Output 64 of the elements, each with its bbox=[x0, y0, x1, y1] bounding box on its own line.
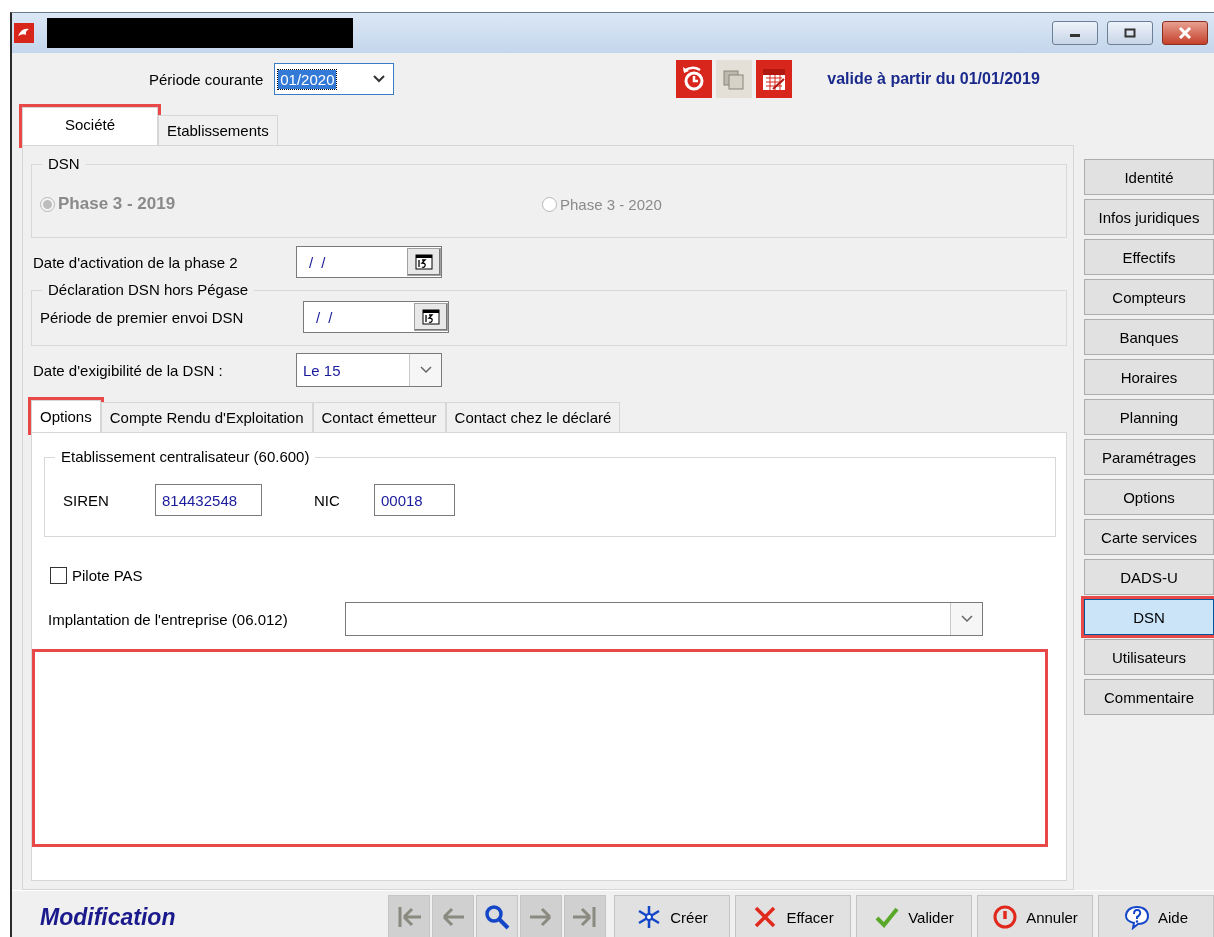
stop-icon bbox=[992, 904, 1019, 930]
side-button[interactable]: Infos juridiques bbox=[1084, 199, 1214, 235]
action-button[interactable]: Créer bbox=[614, 895, 730, 937]
close-button[interactable] bbox=[1162, 21, 1208, 45]
validity-text: valide à partir du 01/01/2019 bbox=[827, 70, 1040, 88]
nic-field[interactable]: 00018 bbox=[374, 484, 455, 516]
side-button[interactable]: Planning bbox=[1084, 399, 1214, 435]
history-button[interactable] bbox=[676, 60, 713, 98]
field-label: Période de premier envoi DSN bbox=[40, 308, 245, 326]
side-button[interactable]: Paramétrages bbox=[1084, 439, 1214, 475]
maximize-icon bbox=[1124, 28, 1136, 38]
help-icon bbox=[1124, 904, 1150, 930]
checkbox-label: Pilote PAS bbox=[72, 567, 143, 584]
tab[interactable]: Société bbox=[22, 107, 158, 145]
location-select[interactable] bbox=[345, 602, 983, 636]
tab[interactable]: Contact chez le déclaré bbox=[445, 402, 621, 432]
date-field[interactable]: / / bbox=[303, 301, 449, 333]
side-button[interactable]: Options bbox=[1084, 479, 1214, 515]
calendar-button[interactable] bbox=[407, 248, 441, 276]
tab[interactable]: Contact émetteur bbox=[312, 402, 446, 432]
chevron-down-icon bbox=[419, 366, 432, 374]
tab[interactable]: Etablissements bbox=[158, 115, 278, 145]
action-button[interactable]: Valider bbox=[856, 895, 972, 937]
maximize-button[interactable] bbox=[1107, 21, 1153, 45]
checkbox[interactable] bbox=[50, 567, 67, 584]
side-button[interactable]: Compteurs bbox=[1084, 279, 1214, 315]
action-button[interactable]: Aide bbox=[1098, 895, 1214, 937]
side-button[interactable]: DSN bbox=[1084, 599, 1214, 635]
group-title: Etablissement centralisateur (60.600) bbox=[55, 448, 316, 466]
side-button[interactable]: Horaires bbox=[1084, 359, 1214, 395]
side-button[interactable]: Banques bbox=[1084, 319, 1214, 355]
period-select[interactable]: 01/2020 bbox=[274, 63, 395, 95]
action-button[interactable]: Effacer bbox=[735, 895, 851, 937]
siren-field[interactable]: 814432548 bbox=[155, 484, 262, 516]
side-button[interactable]: Commentaire bbox=[1084, 679, 1214, 715]
minimize-button[interactable] bbox=[1052, 21, 1098, 45]
field-label: Date d'exigibilité de la DSN : bbox=[33, 361, 224, 379]
side-button[interactable]: Utilisateurs bbox=[1084, 639, 1214, 675]
calendar-icon bbox=[422, 309, 440, 325]
period-label: Période courante bbox=[149, 70, 264, 88]
status-text: Modification bbox=[40, 903, 177, 931]
app-icon bbox=[14, 23, 34, 43]
due-date-select[interactable]: Le 15 bbox=[296, 353, 442, 387]
field-label: Date d'activation de la phase 2 bbox=[33, 253, 239, 271]
side-button[interactable]: Carte services bbox=[1084, 519, 1214, 555]
field-label: NIC bbox=[314, 491, 341, 509]
nav-button[interactable] bbox=[476, 895, 518, 937]
calendar-icon bbox=[415, 254, 433, 270]
field-label: Implantation de l'entreprise (06.012) bbox=[48, 610, 289, 628]
chevron-down-icon bbox=[960, 615, 973, 623]
search-icon bbox=[483, 903, 511, 931]
side-button[interactable]: Effectifs bbox=[1084, 239, 1214, 275]
side-button[interactable]: Identité bbox=[1084, 159, 1214, 195]
field-label: SIREN bbox=[63, 491, 110, 509]
action-button[interactable]: Annuler bbox=[977, 895, 1093, 937]
group-title: Déclaration DSN hors Pégase bbox=[42, 281, 255, 299]
tab[interactable]: Options bbox=[31, 400, 101, 432]
side-button[interactable]: DADS-U bbox=[1084, 559, 1214, 595]
tab[interactable]: Compte Rendu d'Exploitation bbox=[100, 402, 313, 432]
chevron-down-icon bbox=[373, 75, 386, 83]
calendar-button[interactable] bbox=[756, 60, 793, 98]
calendar-button[interactable] bbox=[414, 303, 448, 331]
date-field[interactable]: / / bbox=[296, 246, 442, 278]
close-icon bbox=[1178, 27, 1192, 39]
